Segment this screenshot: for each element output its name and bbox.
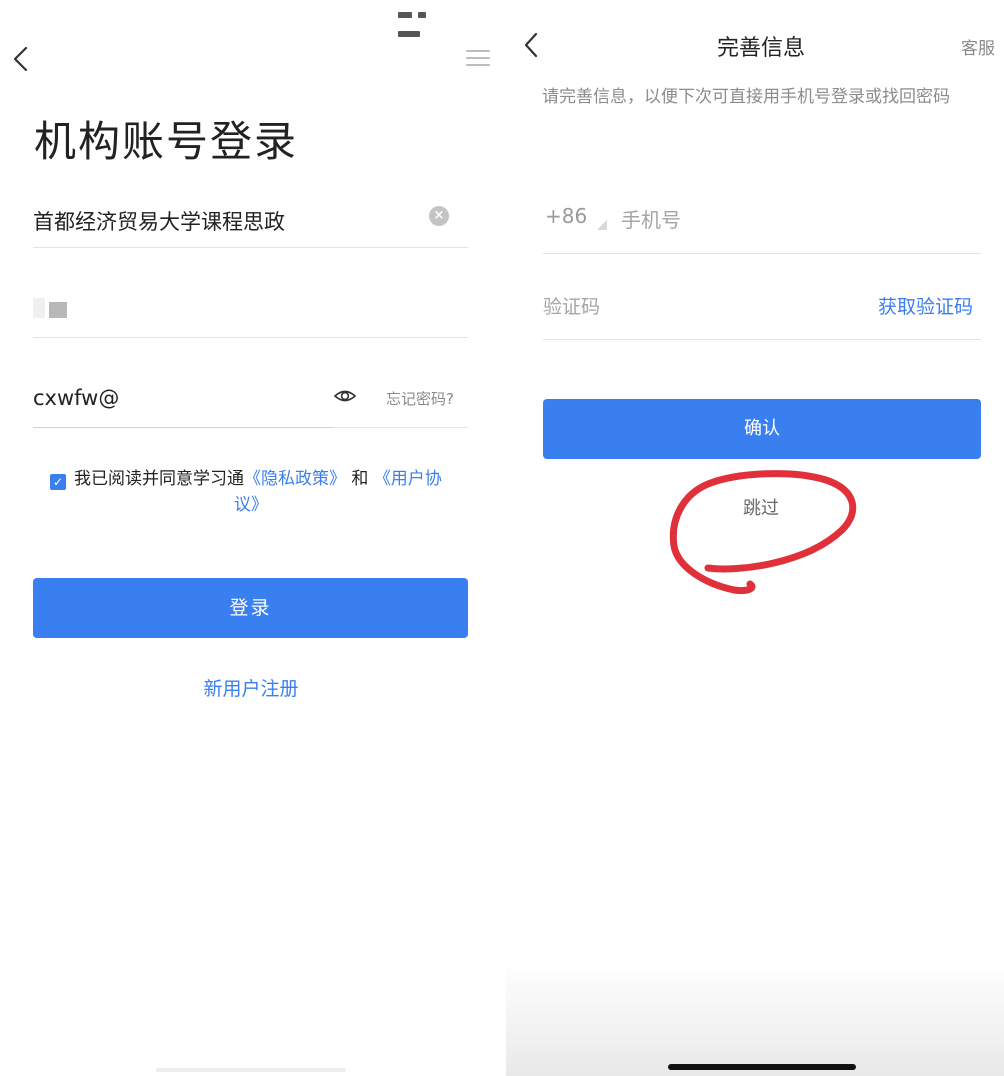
eye-icon[interactable]: [333, 386, 357, 406]
password-field[interactable]: cxwfw@ 忘记密码?: [33, 368, 468, 428]
status-icons: [398, 3, 458, 37]
page-title: 完善信息: [716, 36, 805, 61]
organization-value: 首都经济贸易大学课程思政: [33, 210, 285, 234]
complete-info-screen: 完善信息 客服 请完善信息，以便下次可直接用手机号登录或找回密码 +86 手机号…: [506, 0, 1004, 1076]
login-button[interactable]: 登录: [33, 578, 468, 638]
status-bar: [0, 0, 506, 37]
phone-field[interactable]: +86 手机号: [543, 184, 981, 254]
phone-input[interactable]: 手机号: [621, 204, 681, 233]
password-underline: [33, 427, 333, 428]
agreement-text: ✓ 我已阅读并同意学习通《隐私政策》 和 《用户协 议》: [50, 466, 460, 518]
checkbox-checked-icon[interactable]: ✓: [50, 474, 66, 490]
get-code-button[interactable]: 获取验证码: [878, 292, 973, 319]
verification-code-field[interactable]: 验证码 获取验证码: [543, 270, 981, 340]
register-link[interactable]: 新用户注册: [0, 674, 502, 701]
clear-icon[interactable]: ×: [429, 206, 449, 226]
menu-icon[interactable]: [466, 50, 490, 70]
hint-text: 请完善信息，以便下次可直接用手机号登录或找回密码: [542, 87, 950, 107]
password-value: cxwfw@: [33, 386, 120, 410]
blurred-account-mask: [33, 298, 45, 318]
back-chevron-icon[interactable]: [10, 44, 34, 74]
user-agreement-link-cont[interactable]: 议》: [234, 495, 268, 515]
privacy-policy-link[interactable]: 《隐私政策》: [244, 469, 346, 489]
customer-service-link[interactable]: 客服: [961, 34, 995, 59]
country-code-selector[interactable]: +86: [545, 204, 587, 228]
home-indicator: [156, 1068, 346, 1072]
password-underline-rest: [333, 427, 468, 428]
blurred-account-value: [49, 302, 67, 318]
page-title: 机构账号登录: [34, 117, 299, 166]
organization-field[interactable]: 首都经济贸易大学课程思政 ×: [33, 188, 468, 248]
dropdown-triangle-icon: [597, 220, 607, 230]
home-indicator: [668, 1064, 856, 1070]
red-annotation-circle: [669, 470, 857, 594]
forgot-password-link[interactable]: 忘记密码?: [386, 388, 454, 409]
user-agreement-link[interactable]: 《用户协: [374, 469, 442, 489]
login-screen: 机构账号登录 首都经济贸易大学课程思政 × cxwfw@ 忘记密码? ✓ 我已阅读…: [0, 0, 506, 1076]
screenshot-stage: 机构账号登录 首都经济贸易大学课程思政 × cxwfw@ 忘记密码? ✓ 我已阅读…: [0, 0, 1004, 1076]
agree-prefix: 我已阅读并同意学习通: [74, 469, 244, 489]
confirm-button[interactable]: 确认: [543, 399, 981, 459]
account-field[interactable]: [33, 278, 468, 338]
code-input[interactable]: 验证码: [543, 292, 600, 319]
agree-and: 和: [351, 469, 369, 489]
